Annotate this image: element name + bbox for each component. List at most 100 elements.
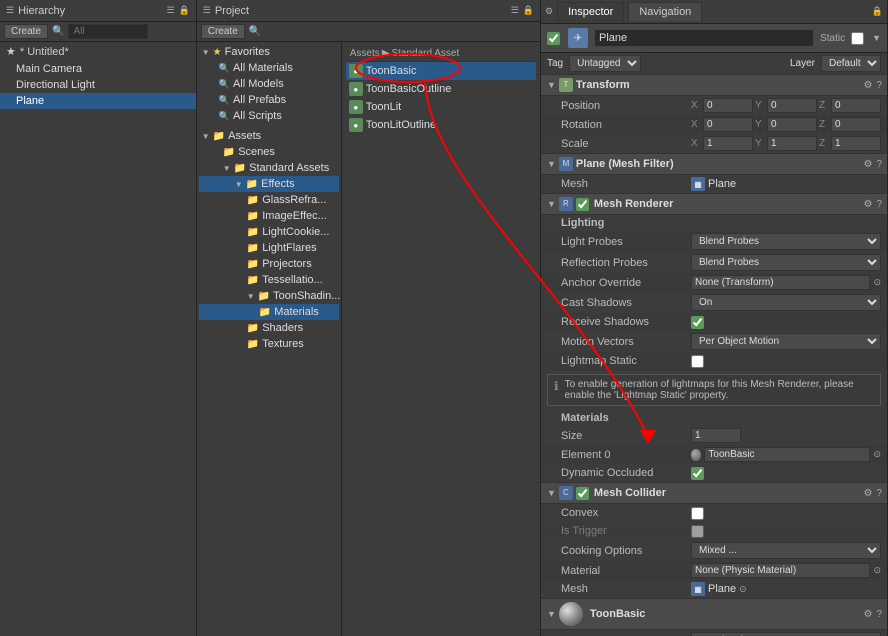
hierarchy-item-camera[interactable]: Main Camera: [0, 61, 196, 77]
motion-vectors-dropdown[interactable]: Per Object Motion: [691, 333, 881, 350]
assets-projectors[interactable]: 📁 Projectors: [199, 256, 339, 272]
rot-z-input[interactable]: [831, 117, 881, 132]
static-dropdown-icon[interactable]: ▼: [872, 33, 881, 43]
assets-materials[interactable]: 📁 Materials: [199, 304, 339, 320]
transform-header[interactable]: ▼ T Transform ⚙ ?: [541, 75, 887, 96]
is-trigger-checkbox[interactable]: [691, 525, 704, 538]
lightmap-static-checkbox[interactable]: [691, 355, 704, 368]
breadcrumb-sep: ▶: [382, 48, 390, 59]
fav-models[interactable]: 🔍 All Models: [199, 76, 339, 92]
hierarchy-item-plane[interactable]: Plane: [0, 93, 196, 109]
layer-dropdown[interactable]: Default: [821, 55, 881, 72]
assets-header[interactable]: ▼ 📁 Assets: [199, 128, 339, 144]
collider-material-input[interactable]: [691, 563, 870, 578]
project-lock-icon[interactable]: 🔒: [523, 5, 534, 16]
mesh-filter-header[interactable]: ▼ M Plane (Mesh Filter) ⚙ ?: [541, 154, 887, 175]
rot-x-input[interactable]: [703, 117, 753, 132]
element0-input[interactable]: [704, 447, 870, 462]
assets-toonshading[interactable]: ▼ 📁 ToonShadin...: [199, 288, 339, 304]
collider-material-pick-icon[interactable]: ⊙: [873, 565, 881, 576]
fav-prefabs[interactable]: 🔍 All Prefabs: [199, 92, 339, 108]
reflection-probes-dropdown[interactable]: Blend Probes: [691, 254, 881, 271]
size-input[interactable]: [691, 428, 741, 443]
transform-settings-icon[interactable]: ⚙: [862, 80, 873, 91]
hierarchy-menu-icon[interactable]: ☰: [166, 5, 174, 16]
meshrenderer-help[interactable]: ?: [875, 199, 883, 210]
lightflares-label: LightFlares: [262, 242, 316, 254]
fav-materials[interactable]: 🔍 All Materials: [199, 60, 339, 76]
assets-lightcookie[interactable]: 📁 LightCookie...: [199, 224, 339, 240]
object-name-input[interactable]: [594, 29, 814, 47]
transform-help-icon[interactable]: ?: [875, 80, 883, 91]
meshfilter-settings[interactable]: ⚙: [862, 159, 873, 170]
breadcrumb-assets: Assets: [350, 48, 380, 59]
asset-toonbasicoutline[interactable]: ● ToonBasicOutline: [346, 80, 536, 98]
scale-x-input[interactable]: [703, 136, 753, 151]
fav-prefabs-label: All Prefabs: [233, 94, 286, 106]
asset-toonlit[interactable]: ● ToonLit: [346, 98, 536, 116]
tab-inspector[interactable]: Inspector: [557, 2, 624, 21]
pos-z-input[interactable]: [831, 98, 881, 113]
element0-pick-icon[interactable]: ⊙: [873, 449, 881, 460]
meshrenderer-active-checkbox[interactable]: [576, 198, 589, 211]
fav-scripts[interactable]: 🔍 All Scripts: [199, 108, 339, 124]
scene-title: * Untitled*: [20, 46, 69, 58]
static-checkbox[interactable]: [851, 32, 864, 45]
tab-navigation[interactable]: Navigation: [628, 2, 702, 21]
cast-shadows-dropdown[interactable]: On: [691, 294, 881, 311]
shader-dropdown[interactable]: Toon/Basic: [691, 632, 881, 636]
hierarchy-lock-icon[interactable]: 🔒: [179, 5, 190, 16]
toonbasic-help[interactable]: ?: [875, 609, 883, 620]
meshfilter-help[interactable]: ?: [875, 159, 883, 170]
image-label: ImageEffec...: [262, 210, 327, 222]
collider-mesh-pick-icon[interactable]: ⊙: [739, 584, 747, 595]
meshcollider-active-checkbox[interactable]: [576, 487, 589, 500]
pos-y-input[interactable]: [767, 98, 817, 113]
lightmap-static-label: Lightmap Static: [561, 355, 691, 367]
hierarchy-search-input[interactable]: [68, 24, 148, 39]
hierarchy-create-button[interactable]: Create: [4, 24, 48, 39]
light-probes-dropdown[interactable]: Blend Probes: [691, 233, 881, 250]
assets-textures[interactable]: 📁 Textures: [199, 336, 339, 352]
cooking-options-dropdown[interactable]: Mixed ...: [691, 542, 881, 559]
mesh-renderer-header[interactable]: ▼ R Mesh Renderer ⚙ ?: [541, 194, 887, 215]
assets-glass[interactable]: 📁 GlassRefra...: [199, 192, 339, 208]
toonbasic-header[interactable]: ▼ ToonBasic ⚙ ?: [541, 599, 887, 630]
hierarchy-item-light[interactable]: Directional Light: [0, 77, 196, 93]
assets-image[interactable]: 📁 ImageEffec...: [199, 208, 339, 224]
assets-scenes[interactable]: 📁 Scenes: [199, 144, 339, 160]
insp-lock-icon[interactable]: 🔒: [872, 6, 883, 17]
anchor-override-input[interactable]: [691, 275, 870, 290]
assets-lightflares[interactable]: 📁 LightFlares: [199, 240, 339, 256]
favorites-header[interactable]: ▼ ★ Favorites: [199, 44, 339, 60]
scale-z-input[interactable]: [831, 136, 881, 151]
assets-tessellation[interactable]: 📁 Tessellatio...: [199, 272, 339, 288]
assets-shaders[interactable]: 📁 Shaders: [199, 320, 339, 336]
tag-dropdown[interactable]: Untagged: [569, 55, 641, 72]
toonbasic-title: ToonBasic: [590, 608, 860, 620]
asset-toonlitoutline[interactable]: ● ToonLitOutline: [346, 116, 536, 134]
dynamic-occluded-checkbox[interactable]: [691, 467, 704, 480]
anchor-override-value: ⊙: [691, 275, 881, 290]
assets-effects[interactable]: ▼ 📁 Effects: [199, 176, 339, 192]
reflection-probes-value: Blend Probes: [691, 254, 881, 271]
receive-shadows-checkbox[interactable]: [691, 316, 704, 329]
convex-checkbox[interactable]: [691, 507, 704, 520]
pos-x-input[interactable]: [703, 98, 753, 113]
project-create-button[interactable]: Create: [201, 24, 245, 39]
object-active-checkbox[interactable]: [547, 32, 560, 45]
favorites-triangle: ▼: [202, 48, 210, 57]
asset-toonbasic[interactable]: ● ToonBasic: [346, 62, 536, 80]
rot-y-input[interactable]: [767, 117, 817, 132]
meshrenderer-settings[interactable]: ⚙: [862, 199, 873, 210]
assets-standard[interactable]: ▼ 📁 Standard Assets: [199, 160, 339, 176]
meshcollider-help[interactable]: ?: [875, 488, 883, 499]
search-sm-icon3: 🔍: [219, 95, 230, 106]
toonbasic-settings[interactable]: ⚙: [862, 609, 873, 620]
meshcollider-settings[interactable]: ⚙: [862, 488, 873, 499]
scale-y-input[interactable]: [767, 136, 817, 151]
toonbasic-section: ▼ ToonBasic ⚙ ? Shader Toon/Basic: [541, 599, 887, 636]
anchor-pick-icon[interactable]: ⊙: [873, 277, 881, 288]
mesh-collider-header[interactable]: ▼ C Mesh Collider ⚙ ?: [541, 483, 887, 504]
project-menu-icon[interactable]: ☰: [511, 5, 519, 16]
